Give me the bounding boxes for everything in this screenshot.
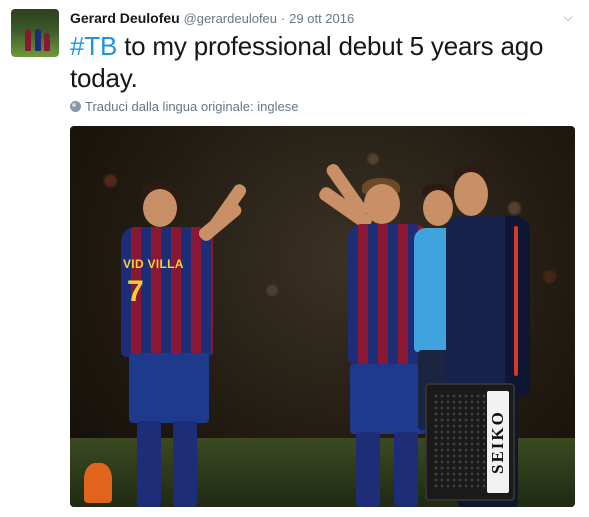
avatar-figure xyxy=(35,29,41,51)
user-handle[interactable]: @gerardeulofeu xyxy=(184,11,277,26)
cone xyxy=(84,463,112,503)
tweet-text: #TB to my professional debut 5 years ago… xyxy=(70,30,570,94)
avatar[interactable] xyxy=(11,9,59,57)
chevron-down-icon[interactable]: ⌵ xyxy=(561,10,575,24)
tweet: Gerard Deulofeu @gerardeulofeu · 29 ott … xyxy=(0,0,589,517)
substitution-board: SEIKO xyxy=(425,383,515,501)
board-display xyxy=(433,393,485,489)
jersey-name: VID VILLA xyxy=(123,257,184,271)
globe-icon xyxy=(70,101,81,112)
translate-link[interactable]: Traduci dalla lingua originale: inglese xyxy=(70,99,298,115)
tweet-header: Gerard Deulofeu @gerardeulofeu · 29 ott … xyxy=(70,9,549,28)
player-outgoing: VID VILLA 7 xyxy=(115,181,249,507)
translate-label: Traduci dalla lingua originale: inglese xyxy=(85,99,299,114)
avatar-figure xyxy=(25,29,31,51)
tweet-photo[interactable]: VID VILLA 7 SEIKO xyxy=(70,126,575,507)
jersey-number: 7 xyxy=(127,275,144,308)
tweet-timestamp[interactable]: 29 ott 2016 xyxy=(289,11,354,26)
tweet-body: to my professional debut 5 years ago tod… xyxy=(70,31,544,93)
avatar-figure xyxy=(44,33,50,51)
user-name[interactable]: Gerard Deulofeu xyxy=(70,10,180,26)
separator-dot: · xyxy=(280,11,286,26)
board-brand: SEIKO xyxy=(487,391,509,493)
hashtag-link[interactable]: #TB xyxy=(70,31,117,61)
